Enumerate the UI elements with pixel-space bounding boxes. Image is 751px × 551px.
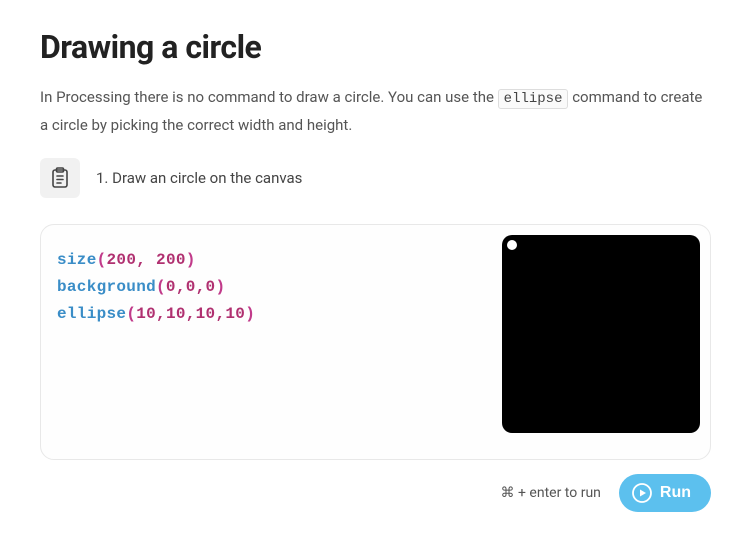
code-editor[interactable]: size(200, 200)background(0,0,0)ellipse(1… <box>57 247 484 329</box>
code-line: ellipse(10,10,10,10) <box>57 301 484 328</box>
run-button[interactable]: Run <box>619 474 711 512</box>
code-line: size(200, 200) <box>57 247 484 274</box>
task-text: 1. Draw an circle on the canvas <box>96 169 302 187</box>
canvas-circle <box>507 240 517 250</box>
run-button-label: Run <box>660 484 691 502</box>
play-circle-icon <box>631 482 653 504</box>
intro-part1: In Processing there is no command to dra… <box>40 88 498 106</box>
code-line: background(0,0,0) <box>57 274 484 301</box>
clipboard-icon <box>40 158 80 198</box>
task-row: 1. Draw an circle on the canvas <box>40 158 711 198</box>
inline-code-ellipse: ellipse <box>498 89 569 109</box>
intro-text: In Processing there is no command to dra… <box>40 84 711 138</box>
code-workspace: size(200, 200)background(0,0,0)ellipse(1… <box>40 224 711 460</box>
canvas-output <box>502 235 700 433</box>
page-title: Drawing a circle <box>40 28 711 66</box>
keyboard-hint: ⌘ + enter to run <box>501 485 601 501</box>
footer: ⌘ + enter to run Run <box>40 474 711 512</box>
